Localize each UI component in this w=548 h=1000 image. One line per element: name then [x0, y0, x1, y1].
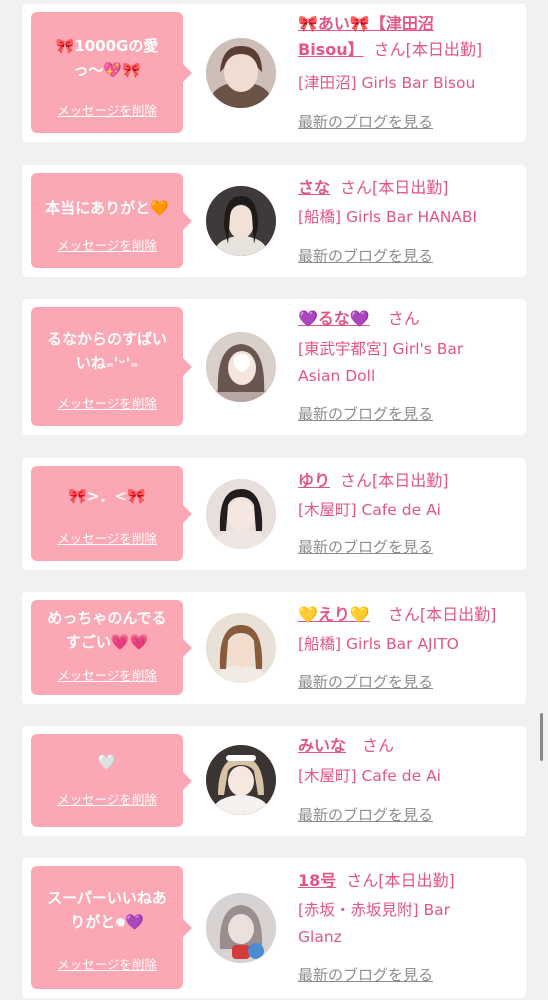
san-suffix: さん: [373, 40, 406, 59]
shop-line: [東武宇都宮] Girl's Bar: [298, 340, 464, 358]
latest-blog-link[interactable]: 最新のブログを見る: [298, 111, 433, 132]
latest-blog-link[interactable]: 最新のブログを見る: [298, 804, 433, 825]
message-bubble: スーパーいいねあ りがと𖦹💜 メッセージを削除: [31, 866, 192, 989]
message-text: スーパーいいねあ りがと𖦹💜: [35, 886, 179, 934]
shop-line: Asian Doll: [298, 367, 376, 385]
message-text: 🎀>．<🎀: [35, 484, 179, 508]
message-card: 本当にありがと🧡 メッセージを削除 さな さん[本日出勤] [船橋] Girls …: [22, 165, 526, 277]
avatar[interactable]: [206, 38, 276, 108]
message-line: めっちゃのんでる: [47, 609, 167, 627]
girl-name-line: 💛えり💛 さん[本日出勤]: [298, 602, 524, 628]
message-bubble: 🎀>．<🎀 メッセージを削除: [31, 466, 192, 561]
message-line: りがと𖦹💜: [70, 913, 144, 931]
avatar[interactable]: [206, 479, 276, 549]
shop-info: [木屋町] Cafe de Ai: [298, 763, 524, 790]
san-suffix: さん: [346, 871, 379, 890]
message-card: 🎀>．<🎀 メッセージを削除 ゆり さん[本日出勤] [木屋町] Cafe de …: [22, 458, 526, 570]
message-text: るなからのすばい いね₌'ᵕ'₌: [35, 327, 179, 375]
message-card: るなからのすばい いね₌'ᵕ'₌ メッセージを削除 💜るな💜 さん [東武宇都宮]…: [22, 299, 526, 435]
message-card: スーパーいいねあ りがと𖦹💜 メッセージを削除 18号 さん[本日出勤] [赤坂・…: [22, 858, 526, 998]
latest-blog-link[interactable]: 最新のブログを見る: [298, 245, 433, 266]
shop-line: [船橋] Girls Bar HANABI: [298, 208, 478, 226]
message-card: 🤍 メッセージを削除 みいな さん [木屋町] Cafe de Ai 最新のブログ…: [22, 726, 526, 836]
delete-message-link[interactable]: メッセージを削除: [31, 789, 183, 808]
latest-blog-link[interactable]: 最新のブログを見る: [298, 671, 433, 692]
message-text: 🎀1000Gの愛 っ〜💖🎀: [35, 34, 179, 82]
san-suffix: さん: [362, 736, 395, 755]
message-line: すごい💗💗: [65, 633, 149, 651]
shop-info: [東武宇都宮] Girl's Bar Asian Doll: [298, 336, 524, 390]
latest-blog-link[interactable]: 最新のブログを見る: [298, 403, 433, 424]
attendance-label: [本日出勤]: [372, 471, 449, 490]
message-line: るなからのすばい: [46, 330, 167, 348]
shop-line: [津田沼] Girls Bar Bisou: [298, 74, 476, 92]
message-card: 🎀1000Gの愛 っ〜💖🎀 メッセージを削除 🎀あい🎀【津田沼 Bisou】 さん[…: [22, 4, 526, 142]
delete-message-link[interactable]: メッセージを削除: [31, 528, 183, 547]
shop-info: [赤坂・赤坂見附] Bar Glanz: [298, 897, 524, 951]
girl-name-link[interactable]: 18号: [298, 871, 336, 890]
shop-info: [木屋町] Cafe de Ai: [298, 497, 524, 524]
attendance-label: [本日出勤]: [378, 871, 455, 890]
message-line: 本当にありがと🧡: [45, 199, 169, 217]
avatar[interactable]: [206, 332, 276, 402]
delete-message-link[interactable]: メッセージを削除: [31, 235, 183, 254]
message-line: いね₌'ᵕ'₌: [75, 354, 139, 372]
girl-name-line: ゆり さん[本日出勤]: [298, 468, 524, 494]
attendance-label: [本日出勤]: [372, 178, 449, 197]
message-bubble: 🎀1000Gの愛 っ〜💖🎀 メッセージを削除: [31, 12, 192, 133]
shop-line: [木屋町] Cafe de Ai: [298, 767, 441, 785]
shop-info: [船橋] Girls Bar HANABI: [298, 204, 524, 231]
girl-name-line: 💜るな💜 さん: [298, 306, 524, 332]
message-line: 🎀1000Gの愛: [55, 37, 159, 55]
shop-line: Glanz: [298, 928, 342, 946]
message-text: 本当にありがと🧡: [35, 196, 179, 220]
shop-line: [木屋町] Cafe de Ai: [298, 501, 441, 519]
san-suffix: さん: [340, 178, 373, 197]
message-bubble: めっちゃのんでる すごい💗💗 メッセージを削除: [31, 600, 192, 695]
latest-blog-link[interactable]: 最新のブログを見る: [298, 964, 433, 985]
girl-name-line: さな さん[本日出勤]: [298, 175, 524, 201]
latest-blog-link[interactable]: 最新のブログを見る: [298, 536, 433, 557]
girl-name-link[interactable]: さな: [298, 178, 330, 197]
message-line: 🎀>．<🎀: [68, 487, 146, 505]
message-text: 🤍: [35, 750, 179, 774]
message-line: っ〜💖🎀: [73, 61, 141, 79]
girl-name-line: みいな さん: [298, 733, 524, 759]
san-suffix: さん: [340, 471, 373, 490]
san-suffix: さん: [387, 309, 420, 328]
shop-line: [船橋] Girls Bar AJITO: [298, 635, 459, 653]
attendance-label: [本日出勤]: [419, 605, 497, 624]
shop-info: [津田沼] Girls Bar Bisou: [298, 70, 524, 97]
girl-name-line: 18号 さん[本日出勤]: [298, 868, 524, 894]
delete-message-link[interactable]: メッセージを削除: [31, 665, 183, 684]
scrollbar[interactable]: [540, 713, 543, 761]
delete-message-link[interactable]: メッセージを削除: [31, 393, 183, 412]
delete-message-link[interactable]: メッセージを削除: [31, 954, 183, 973]
girl-name-line: 🎀あい🎀【津田沼 Bisou】 さん[本日出勤]: [298, 11, 524, 63]
girl-name-link[interactable]: みいな: [298, 736, 346, 755]
message-card: めっちゃのんでる すごい💗💗 メッセージを削除 💛えり💛 さん[本日出勤] [船橋…: [22, 592, 526, 704]
message-bubble: 🤍 メッセージを削除: [31, 734, 192, 827]
avatar[interactable]: [206, 893, 276, 963]
shop-info: [船橋] Girls Bar AJITO: [298, 631, 524, 658]
delete-message-link[interactable]: メッセージを削除: [31, 100, 183, 119]
shop-line: [赤坂・赤坂見附] Bar: [298, 901, 451, 919]
girl-name-link[interactable]: 💜るな💜: [298, 309, 370, 328]
message-line: 🤍: [97, 753, 117, 771]
message-bubble: るなからのすばい いね₌'ᵕ'₌ メッセージを削除: [31, 307, 192, 426]
avatar[interactable]: [206, 613, 276, 683]
message-text: めっちゃのんでる すごい💗💗: [35, 606, 179, 654]
san-suffix: さん: [387, 605, 420, 624]
girl-name-link[interactable]: 💛えり💛: [298, 605, 370, 624]
avatar[interactable]: [206, 745, 276, 815]
girl-name-link[interactable]: ゆり: [298, 471, 330, 490]
message-line: スーパーいいねあ: [47, 889, 167, 907]
avatar[interactable]: [206, 186, 276, 256]
message-bubble: 本当にありがと🧡 メッセージを削除: [31, 173, 192, 268]
attendance-label: [本日出勤]: [405, 40, 483, 59]
